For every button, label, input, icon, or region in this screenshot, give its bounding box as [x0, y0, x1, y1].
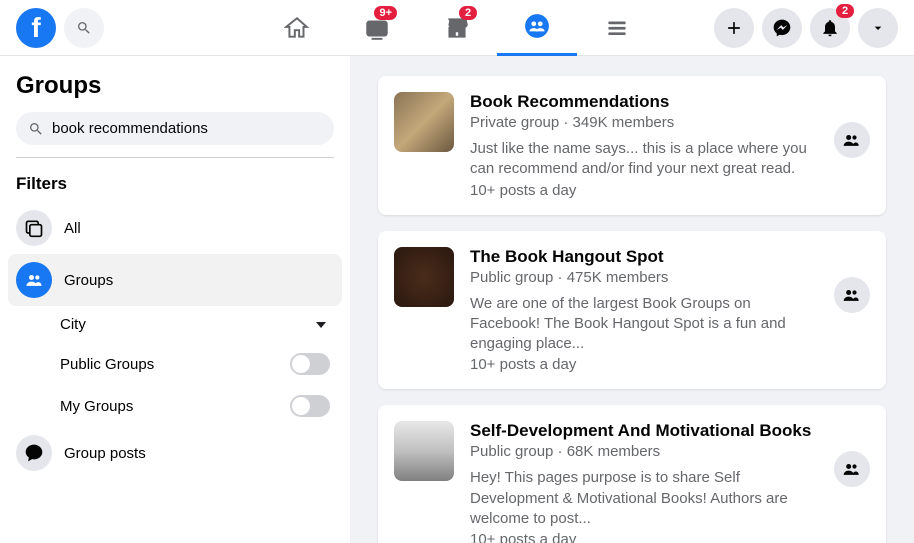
filter-public-groups[interactable]: Public Groups [8, 343, 342, 385]
filter-label: Public Groups [60, 356, 290, 373]
group-desc: Just like the name says... this is a pla… [470, 139, 818, 180]
filter-all[interactable]: All [8, 202, 342, 254]
group-card[interactable]: The Book Hangout Spot Public group · 475… [378, 231, 886, 390]
group-frequency: 10+ posts a day [470, 182, 818, 199]
search-icon [76, 20, 92, 36]
messenger-icon [772, 18, 792, 38]
group-meta: Private group · 349K members [470, 114, 818, 131]
nav-right: 2 [714, 8, 898, 48]
search-icon [28, 121, 44, 137]
group-desc: Hey! This pages purpose is to share Self… [470, 468, 818, 529]
groups-search-box[interactable] [16, 112, 334, 145]
nav-home[interactable] [257, 0, 337, 56]
nav-groups[interactable] [497, 0, 577, 56]
caret-down-icon [870, 20, 886, 36]
bell-icon [820, 18, 840, 38]
group-name[interactable]: The Book Hangout Spot [470, 247, 818, 267]
group-join-icon [842, 130, 862, 150]
hamburger-icon [604, 15, 630, 41]
filter-city[interactable]: City [8, 306, 342, 343]
nav-menu[interactable] [577, 0, 657, 56]
chevron-down-icon [316, 322, 326, 328]
filter-label: All [64, 220, 81, 237]
join-button[interactable] [834, 122, 870, 158]
home-icon [284, 15, 310, 41]
topbar: f 9+ 2 2 [0, 0, 914, 56]
notifications-badge: 2 [836, 4, 854, 18]
group-info: Book Recommendations Private group · 349… [470, 92, 818, 199]
group-join-icon [842, 285, 862, 305]
group-info: The Book Hangout Spot Public group · 475… [470, 247, 818, 374]
group-info: Self-Development And Motivational Books … [470, 421, 818, 543]
filter-label: My Groups [60, 398, 290, 415]
group-avatar [394, 421, 454, 481]
filter-label: Groups [64, 272, 113, 289]
filter-group-posts[interactable]: Group posts [8, 427, 342, 479]
my-groups-toggle[interactable] [290, 395, 330, 417]
group-name[interactable]: Book Recommendations [470, 92, 818, 112]
public-groups-toggle[interactable] [290, 353, 330, 375]
group-card[interactable]: Book Recommendations Private group · 349… [378, 76, 886, 215]
sidebar: Groups Filters All Groups City Public Gr… [0, 56, 350, 543]
create-button[interactable] [714, 8, 754, 48]
results-list: Book Recommendations Private group · 349… [350, 56, 914, 543]
group-desc: We are one of the largest Book Groups on… [470, 294, 818, 355]
group-card[interactable]: Self-Development And Motivational Books … [378, 405, 886, 543]
group-join-icon [842, 459, 862, 479]
groups-icon [524, 13, 550, 39]
group-avatar [394, 92, 454, 152]
nav-center: 9+ 2 [257, 0, 657, 56]
filter-label: Group posts [64, 445, 146, 462]
groups-search-input[interactable] [52, 120, 322, 137]
account-button[interactable] [858, 8, 898, 48]
nav-watch[interactable]: 9+ [337, 0, 417, 56]
global-search-button[interactable] [64, 8, 104, 48]
page-title: Groups [8, 72, 342, 112]
group-meta: Public group · 475K members [470, 269, 818, 286]
main: Groups Filters All Groups City Public Gr… [0, 56, 914, 543]
facebook-logo[interactable]: f [16, 8, 56, 48]
filter-groups[interactable]: Groups [8, 254, 342, 306]
watch-badge: 9+ [374, 6, 397, 20]
notifications-button[interactable]: 2 [810, 8, 850, 48]
join-button[interactable] [834, 451, 870, 487]
plus-icon [724, 18, 744, 38]
messenger-button[interactable] [762, 8, 802, 48]
filter-label: City [60, 316, 316, 333]
posts-icon [16, 435, 52, 471]
divider [16, 157, 334, 158]
group-frequency: 10+ posts a day [470, 356, 818, 373]
join-button[interactable] [834, 277, 870, 313]
filters-heading: Filters [8, 174, 342, 202]
group-meta: Public group · 68K members [470, 443, 818, 460]
group-name[interactable]: Self-Development And Motivational Books [470, 421, 818, 441]
all-icon [16, 210, 52, 246]
marketplace-badge: 2 [459, 6, 477, 20]
group-frequency: 10+ posts a day [470, 531, 818, 543]
group-avatar [394, 247, 454, 307]
filter-my-groups[interactable]: My Groups [8, 385, 342, 427]
nav-marketplace[interactable]: 2 [417, 0, 497, 56]
groups-filter-icon [16, 262, 52, 298]
